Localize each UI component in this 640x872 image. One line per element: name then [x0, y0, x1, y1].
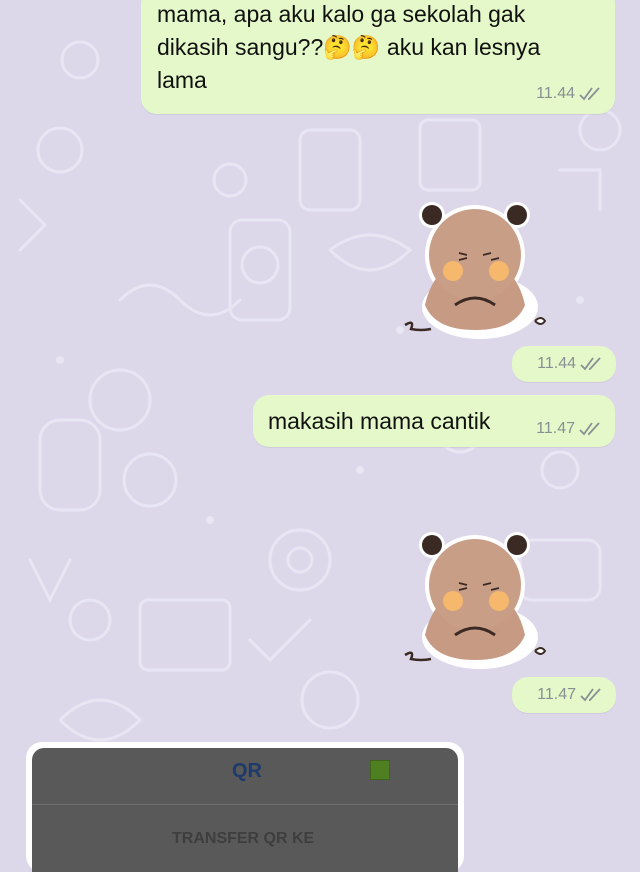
- qr-title: QR: [232, 760, 262, 782]
- qr-sheet-panel: QR TRANSFER QR KE: [32, 748, 458, 872]
- read-double-check-icon: [580, 688, 602, 702]
- bear-hugging-sticker[interactable]: [395, 525, 555, 675]
- qr-status-icon: [370, 760, 390, 780]
- message-meta-3: 11.47: [536, 420, 601, 438]
- sheet-divider: [32, 804, 458, 805]
- message-text-3: makasih mama cantik: [268, 408, 491, 434]
- bear-hugging-sticker[interactable]: [395, 195, 555, 345]
- read-double-check-icon: [579, 87, 601, 101]
- sticker-time-1: 11.44: [537, 355, 576, 372]
- message-bubble-1[interactable]: mama, apa aku kalo ga sekolah gak dikasi…: [141, 0, 615, 114]
- message-bubble-3[interactable]: makasih mama cantik 11.47: [253, 395, 615, 447]
- message-time-3: 11.47: [536, 420, 575, 437]
- read-double-check-icon: [579, 422, 601, 436]
- message-time-1: 11.44: [536, 85, 575, 102]
- message-text-1: mama, apa aku kalo ga sekolah gak dikasi…: [157, 1, 541, 93]
- read-double-check-icon: [580, 357, 602, 371]
- sticker-time-bubble-2: 11.47: [512, 677, 616, 713]
- message-meta-1: 11.44: [536, 85, 601, 103]
- sticker-time-2: 11.47: [537, 686, 576, 703]
- sticker-time-bubble-1: 11.44: [512, 346, 616, 382]
- transfer-qr-label[interactable]: TRANSFER QR KE: [172, 830, 314, 848]
